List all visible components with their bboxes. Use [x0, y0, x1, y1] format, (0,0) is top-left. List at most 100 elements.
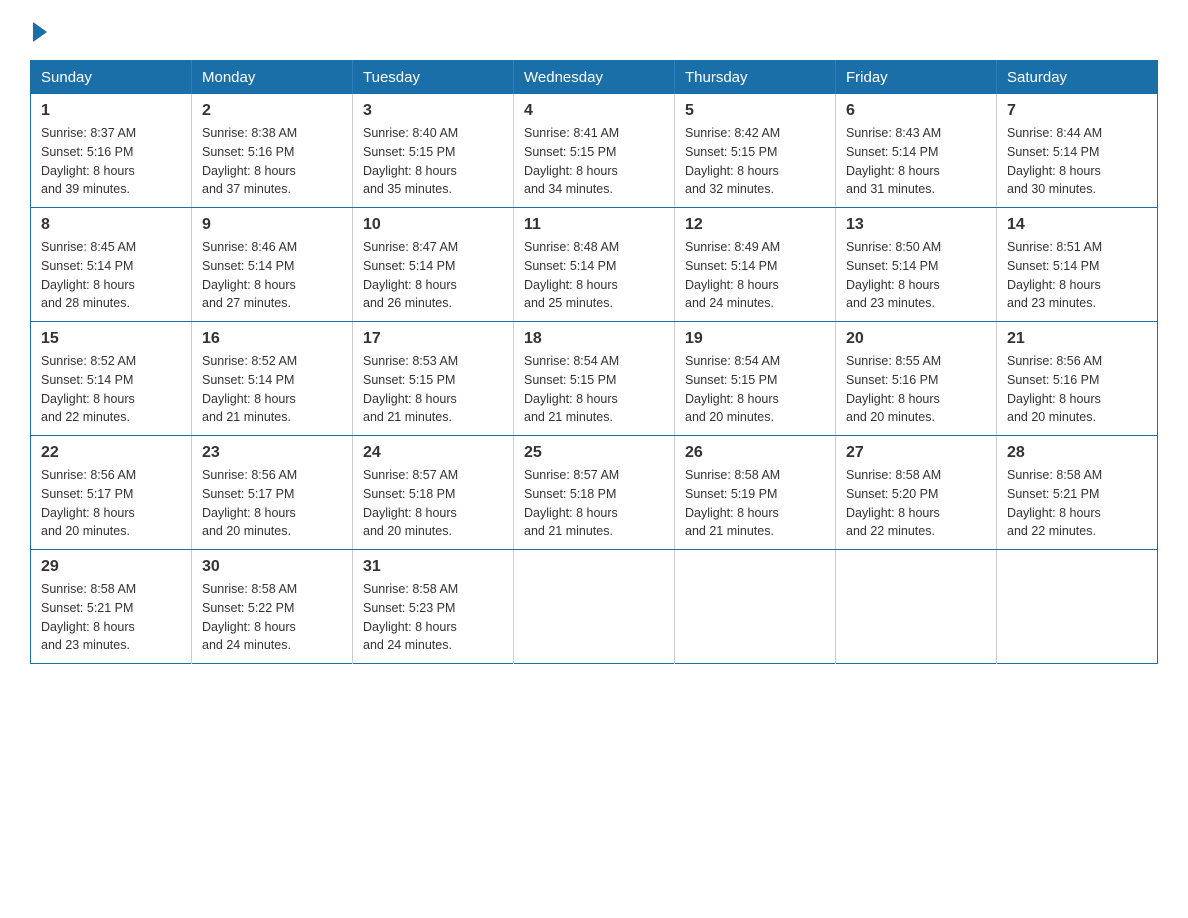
calendar-week-row: 29 Sunrise: 8:58 AMSunset: 5:21 PMDayligh…: [31, 550, 1158, 664]
day-number: 16: [202, 330, 342, 348]
day-info: Sunrise: 8:51 AMSunset: 5:14 PMDaylight:…: [1007, 238, 1147, 313]
page-header: [30, 20, 1158, 40]
day-number: 21: [1007, 330, 1147, 348]
calendar-table: SundayMondayTuesdayWednesdayThursdayFrid…: [30, 60, 1158, 664]
day-number: 4: [524, 102, 664, 120]
day-of-week-header: Saturday: [997, 61, 1158, 95]
logo-arrow-icon: [33, 22, 47, 42]
calendar-day-cell: 18 Sunrise: 8:54 AMSunset: 5:15 PMDayligh…: [514, 322, 675, 436]
calendar-week-row: 8 Sunrise: 8:45 AMSunset: 5:14 PMDaylight…: [31, 208, 1158, 322]
calendar-day-cell: 15Sunrise: 8:52 AMSunset: 5:14 PMDayligh…: [31, 322, 192, 436]
day-info: Sunrise: 8:52 AMSunset: 5:14 PMDaylight:…: [202, 352, 342, 427]
calendar-header-row: SundayMondayTuesdayWednesdayThursdayFrid…: [31, 61, 1158, 95]
day-info: Sunrise: 8:56 AMSunset: 5:16 PMDaylight:…: [1007, 352, 1147, 427]
day-info: Sunrise: 8:49 AMSunset: 5:14 PMDaylight:…: [685, 238, 825, 313]
day-info: Sunrise: 8:56 AMSunset: 5:17 PMDaylight:…: [41, 466, 181, 541]
day-info: Sunrise: 8:45 AMSunset: 5:14 PMDaylight:…: [41, 238, 181, 313]
calendar-day-cell: 17 Sunrise: 8:53 AMSunset: 5:15 PMDayligh…: [353, 322, 514, 436]
calendar-day-cell: [675, 550, 836, 664]
day-number: 26: [685, 444, 825, 462]
calendar-day-cell: 31 Sunrise: 8:58 AMSunset: 5:23 PMDayligh…: [353, 550, 514, 664]
day-number: 3: [363, 102, 503, 120]
day-info: Sunrise: 8:56 AMSunset: 5:17 PMDaylight:…: [202, 466, 342, 541]
day-number: 17: [363, 330, 503, 348]
day-number: 11: [524, 216, 664, 234]
calendar-day-cell: 13 Sunrise: 8:50 AMSunset: 5:14 PMDayligh…: [836, 208, 997, 322]
day-info: Sunrise: 8:43 AMSunset: 5:14 PMDaylight:…: [846, 124, 986, 199]
calendar-week-row: 22 Sunrise: 8:56 AMSunset: 5:17 PMDayligh…: [31, 436, 1158, 550]
calendar-day-cell: 1 Sunrise: 8:37 AMSunset: 5:16 PMDaylight…: [31, 94, 192, 208]
day-number: 6: [846, 102, 986, 120]
calendar-day-cell: 2 Sunrise: 8:38 AMSunset: 5:16 PMDaylight…: [192, 94, 353, 208]
day-info: Sunrise: 8:38 AMSunset: 5:16 PMDaylight:…: [202, 124, 342, 199]
calendar-day-cell: 27Sunrise: 8:58 AMSunset: 5:20 PMDayligh…: [836, 436, 997, 550]
calendar-day-cell: 22 Sunrise: 8:56 AMSunset: 5:17 PMDayligh…: [31, 436, 192, 550]
calendar-day-cell: 23 Sunrise: 8:56 AMSunset: 5:17 PMDayligh…: [192, 436, 353, 550]
calendar-day-cell: 21 Sunrise: 8:56 AMSunset: 5:16 PMDayligh…: [997, 322, 1158, 436]
day-number: 14: [1007, 216, 1147, 234]
day-number: 19: [685, 330, 825, 348]
day-number: 28: [1007, 444, 1147, 462]
day-info: Sunrise: 8:58 AMSunset: 5:23 PMDaylight:…: [363, 580, 503, 655]
calendar-day-cell: 6 Sunrise: 8:43 AMSunset: 5:14 PMDaylight…: [836, 94, 997, 208]
day-info: Sunrise: 8:47 AMSunset: 5:14 PMDaylight:…: [363, 238, 503, 313]
day-of-week-header: Tuesday: [353, 61, 514, 95]
calendar-day-cell: 3 Sunrise: 8:40 AMSunset: 5:15 PMDaylight…: [353, 94, 514, 208]
calendar-day-cell: [836, 550, 997, 664]
calendar-day-cell: [997, 550, 1158, 664]
calendar-day-cell: 10 Sunrise: 8:47 AMSunset: 5:14 PMDayligh…: [353, 208, 514, 322]
day-of-week-header: Monday: [192, 61, 353, 95]
day-number: 23: [202, 444, 342, 462]
day-info: Sunrise: 8:44 AMSunset: 5:14 PMDaylight:…: [1007, 124, 1147, 199]
day-info: Sunrise: 8:58 AMSunset: 5:19 PMDaylight:…: [685, 466, 825, 541]
day-info: Sunrise: 8:58 AMSunset: 5:21 PMDaylight:…: [41, 580, 181, 655]
calendar-day-cell: 5 Sunrise: 8:42 AMSunset: 5:15 PMDaylight…: [675, 94, 836, 208]
calendar-week-row: 1 Sunrise: 8:37 AMSunset: 5:16 PMDaylight…: [31, 94, 1158, 208]
day-number: 20: [846, 330, 986, 348]
calendar-day-cell: 9Sunrise: 8:46 AMSunset: 5:14 PMDaylight…: [192, 208, 353, 322]
calendar-day-cell: 28Sunrise: 8:58 AMSunset: 5:21 PMDayligh…: [997, 436, 1158, 550]
day-of-week-header: Wednesday: [514, 61, 675, 95]
day-of-week-header: Sunday: [31, 61, 192, 95]
day-number: 30: [202, 558, 342, 576]
day-number: 25: [524, 444, 664, 462]
day-info: Sunrise: 8:37 AMSunset: 5:16 PMDaylight:…: [41, 124, 181, 199]
calendar-day-cell: 8 Sunrise: 8:45 AMSunset: 5:14 PMDaylight…: [31, 208, 192, 322]
day-number: 27: [846, 444, 986, 462]
day-number: 29: [41, 558, 181, 576]
day-number: 31: [363, 558, 503, 576]
calendar-day-cell: 29 Sunrise: 8:58 AMSunset: 5:21 PMDayligh…: [31, 550, 192, 664]
day-info: Sunrise: 8:40 AMSunset: 5:15 PMDaylight:…: [363, 124, 503, 199]
day-number: 5: [685, 102, 825, 120]
day-number: 22: [41, 444, 181, 462]
calendar-day-cell: 20Sunrise: 8:55 AMSunset: 5:16 PMDayligh…: [836, 322, 997, 436]
day-info: Sunrise: 8:57 AMSunset: 5:18 PMDaylight:…: [363, 466, 503, 541]
calendar-day-cell: 7 Sunrise: 8:44 AMSunset: 5:14 PMDaylight…: [997, 94, 1158, 208]
calendar-day-cell: [514, 550, 675, 664]
calendar-day-cell: 30Sunrise: 8:58 AMSunset: 5:22 PMDayligh…: [192, 550, 353, 664]
day-info: Sunrise: 8:41 AMSunset: 5:15 PMDaylight:…: [524, 124, 664, 199]
day-info: Sunrise: 8:57 AMSunset: 5:18 PMDaylight:…: [524, 466, 664, 541]
day-info: Sunrise: 8:54 AMSunset: 5:15 PMDaylight:…: [685, 352, 825, 427]
day-of-week-header: Thursday: [675, 61, 836, 95]
day-number: 1: [41, 102, 181, 120]
calendar-day-cell: 24 Sunrise: 8:57 AMSunset: 5:18 PMDayligh…: [353, 436, 514, 550]
day-number: 18: [524, 330, 664, 348]
day-number: 10: [363, 216, 503, 234]
day-info: Sunrise: 8:53 AMSunset: 5:15 PMDaylight:…: [363, 352, 503, 427]
day-number: 7: [1007, 102, 1147, 120]
day-info: Sunrise: 8:48 AMSunset: 5:14 PMDaylight:…: [524, 238, 664, 313]
calendar-day-cell: 4 Sunrise: 8:41 AMSunset: 5:15 PMDaylight…: [514, 94, 675, 208]
day-number: 9: [202, 216, 342, 234]
day-info: Sunrise: 8:52 AMSunset: 5:14 PMDaylight:…: [41, 352, 181, 427]
day-number: 24: [363, 444, 503, 462]
calendar-day-cell: 11 Sunrise: 8:48 AMSunset: 5:14 PMDayligh…: [514, 208, 675, 322]
day-info: Sunrise: 8:50 AMSunset: 5:14 PMDaylight:…: [846, 238, 986, 313]
day-number: 8: [41, 216, 181, 234]
day-number: 13: [846, 216, 986, 234]
day-number: 2: [202, 102, 342, 120]
calendar-day-cell: 19 Sunrise: 8:54 AMSunset: 5:15 PMDayligh…: [675, 322, 836, 436]
day-info: Sunrise: 8:54 AMSunset: 5:15 PMDaylight:…: [524, 352, 664, 427]
calendar-day-cell: 14 Sunrise: 8:51 AMSunset: 5:14 PMDayligh…: [997, 208, 1158, 322]
day-info: Sunrise: 8:42 AMSunset: 5:15 PMDaylight:…: [685, 124, 825, 199]
